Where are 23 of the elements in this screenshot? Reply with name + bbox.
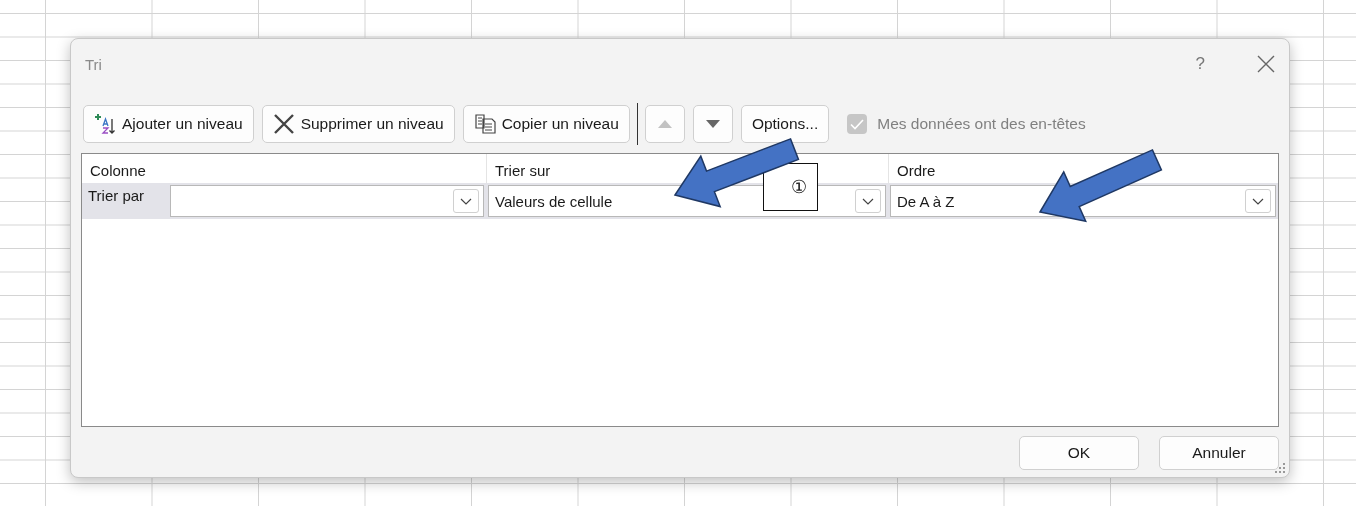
cancel-button[interactable]: Annuler bbox=[1159, 436, 1279, 470]
ok-button[interactable]: OK bbox=[1019, 436, 1139, 470]
column-dropdown[interactable] bbox=[170, 185, 484, 217]
chevron-down-icon bbox=[460, 197, 472, 205]
chevron-down-icon bbox=[1252, 197, 1264, 205]
window-title: Tri bbox=[85, 55, 103, 73]
column-header: Colonne bbox=[89, 161, 147, 181]
triangle-down-icon bbox=[705, 120, 720, 128]
add-level-button[interactable]: Ajouter un niveau bbox=[83, 105, 254, 143]
checkbox-label: Mes données ont des en-têtes bbox=[877, 115, 1086, 133]
close-icon[interactable] bbox=[1257, 55, 1275, 73]
copy-icon bbox=[473, 114, 496, 134]
delete-level-button[interactable]: Supprimer un niveau bbox=[261, 105, 455, 143]
resize-grip-icon[interactable] bbox=[1274, 462, 1286, 474]
row-label: Trier par bbox=[87, 186, 146, 204]
move-down-button[interactable] bbox=[692, 105, 733, 143]
options-button[interactable]: Options... bbox=[740, 105, 830, 143]
help-button[interactable]: ? bbox=[1195, 54, 1205, 74]
chevron-down-icon bbox=[862, 197, 874, 205]
copy-level-button[interactable]: Copier un niveau bbox=[462, 105, 630, 143]
sort-add-icon bbox=[94, 113, 116, 135]
triangle-up-icon bbox=[657, 120, 672, 128]
close-icon bbox=[272, 114, 295, 134]
